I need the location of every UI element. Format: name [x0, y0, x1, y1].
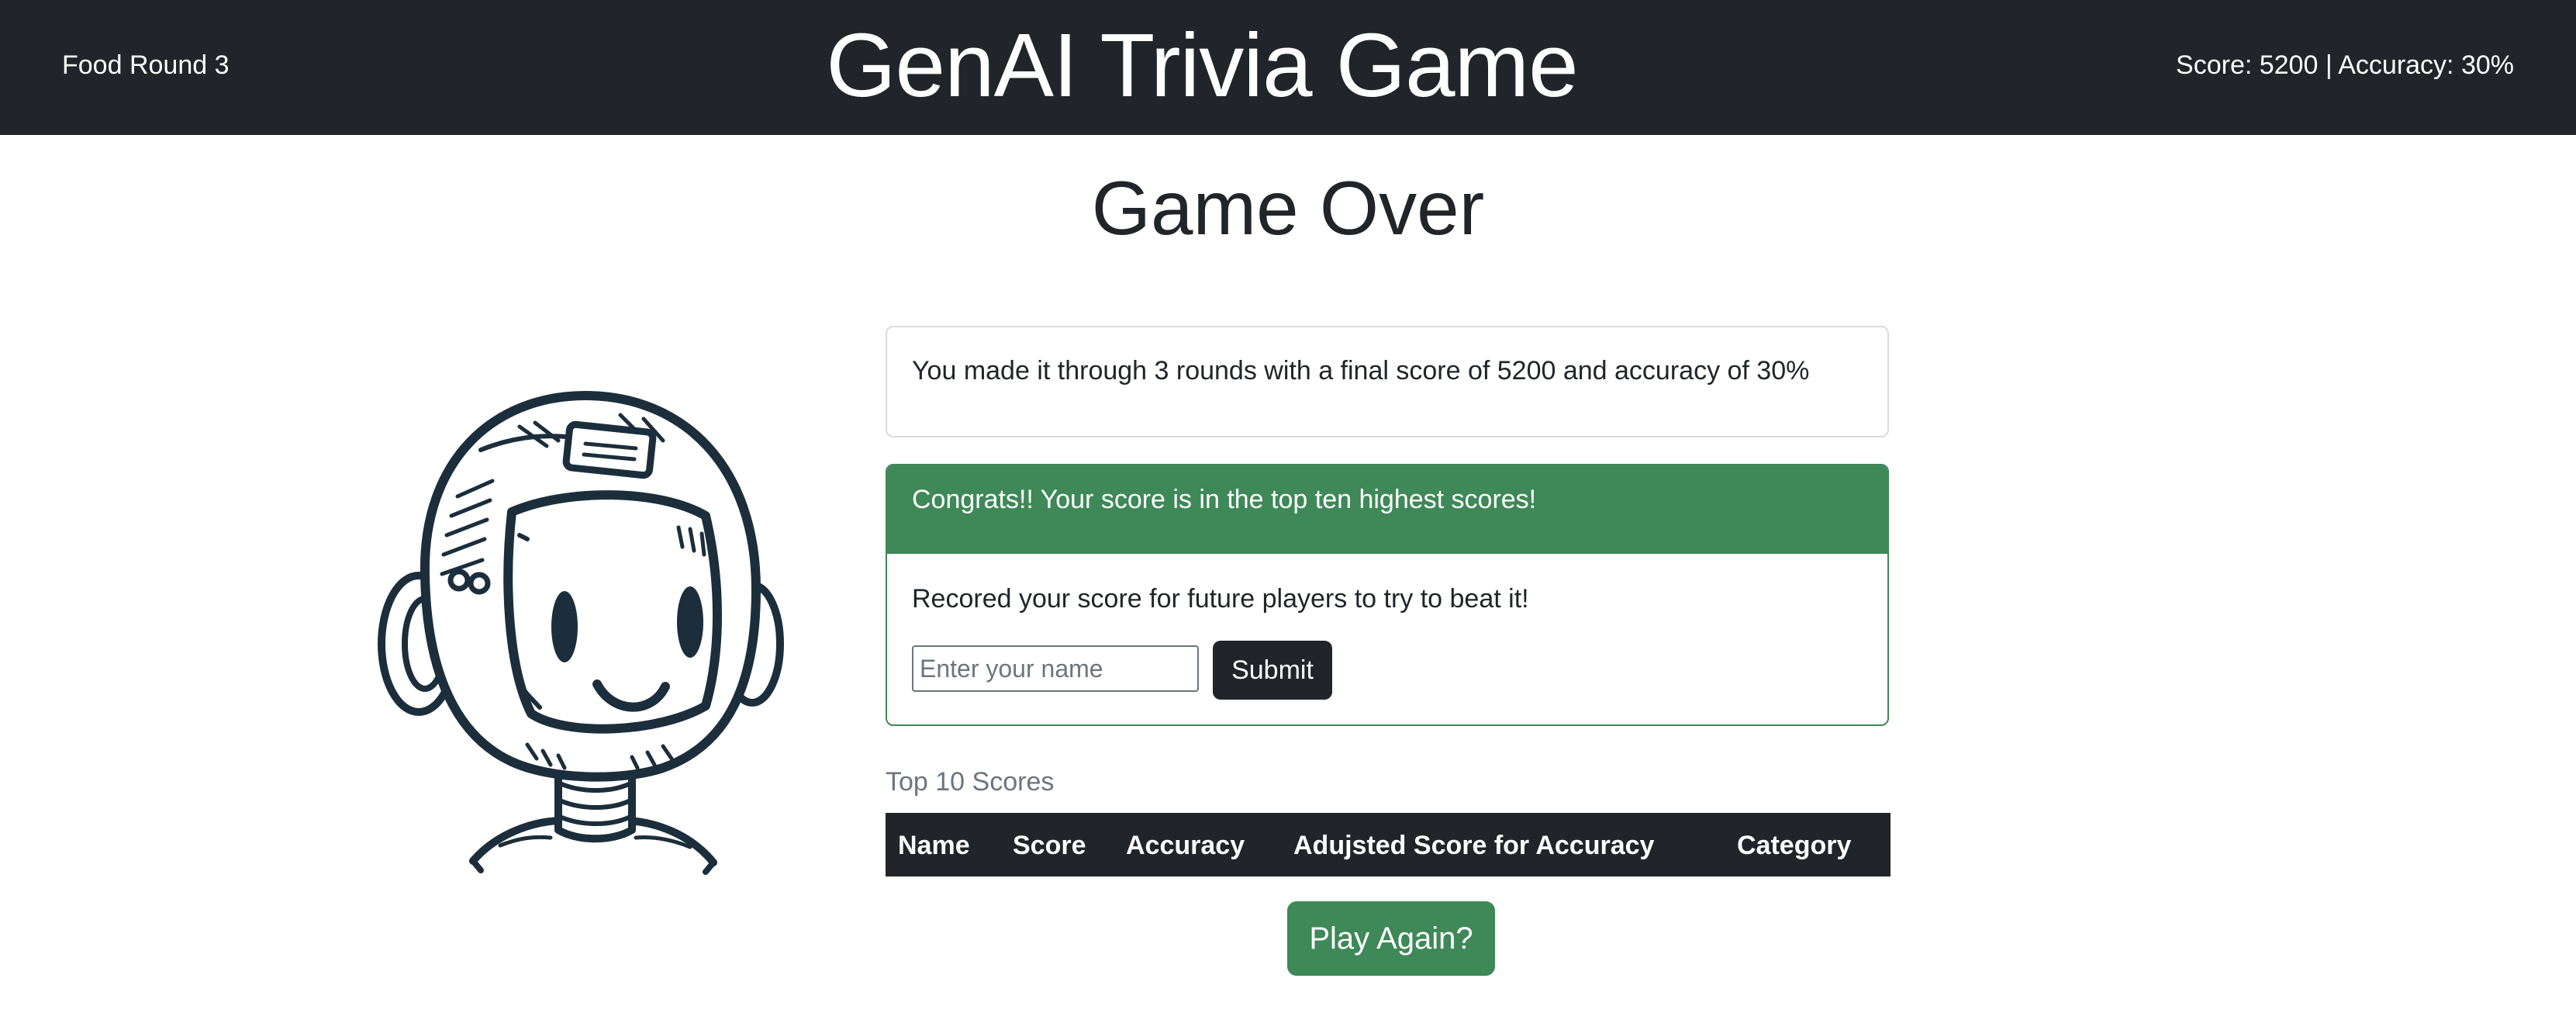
column-header-name: Name: [898, 831, 970, 860]
high-score-card: Congrats!! Your score is in the top ten …: [886, 464, 1889, 726]
column-header-adjusted-score: Adujsted Score for Accuracy: [1293, 831, 1655, 860]
astronaut-robot-mascot-icon: [378, 391, 784, 875]
column-header-category: Category: [1737, 831, 1852, 860]
scores-table-header: Name Score Accuracy Adujsted Score for A…: [886, 813, 1891, 876]
scores-table-caption: Top 10 Scores: [886, 767, 1055, 797]
congrats-message: Congrats!! Your score is in the top ten …: [912, 485, 1537, 514]
submit-button[interactable]: Submit: [1213, 641, 1332, 700]
game-summary-card: You made it through 3 rounds with a fina…: [886, 326, 1889, 437]
app-title: GenAI Trivia Game: [826, 15, 1578, 116]
page-title: Game Over: [1091, 165, 1485, 251]
game-summary-text: You made it through 3 rounds with a fina…: [912, 356, 1810, 385]
column-header-score: Score: [1013, 831, 1086, 860]
record-score-prompt: Recored your score for future players to…: [912, 584, 1529, 614]
score-accuracy-status: Score: 5200 | Accuracy: 30%: [2176, 50, 2514, 80]
high-score-card-header: Congrats!! Your score is in the top ten …: [887, 465, 1887, 554]
player-name-input[interactable]: [912, 645, 1199, 692]
play-again-button[interactable]: Play Again?: [1287, 901, 1495, 976]
column-header-accuracy: Accuracy: [1126, 831, 1245, 860]
top-navbar: Food Round 3 GenAI Trivia Game Score: 52…: [0, 0, 2576, 135]
